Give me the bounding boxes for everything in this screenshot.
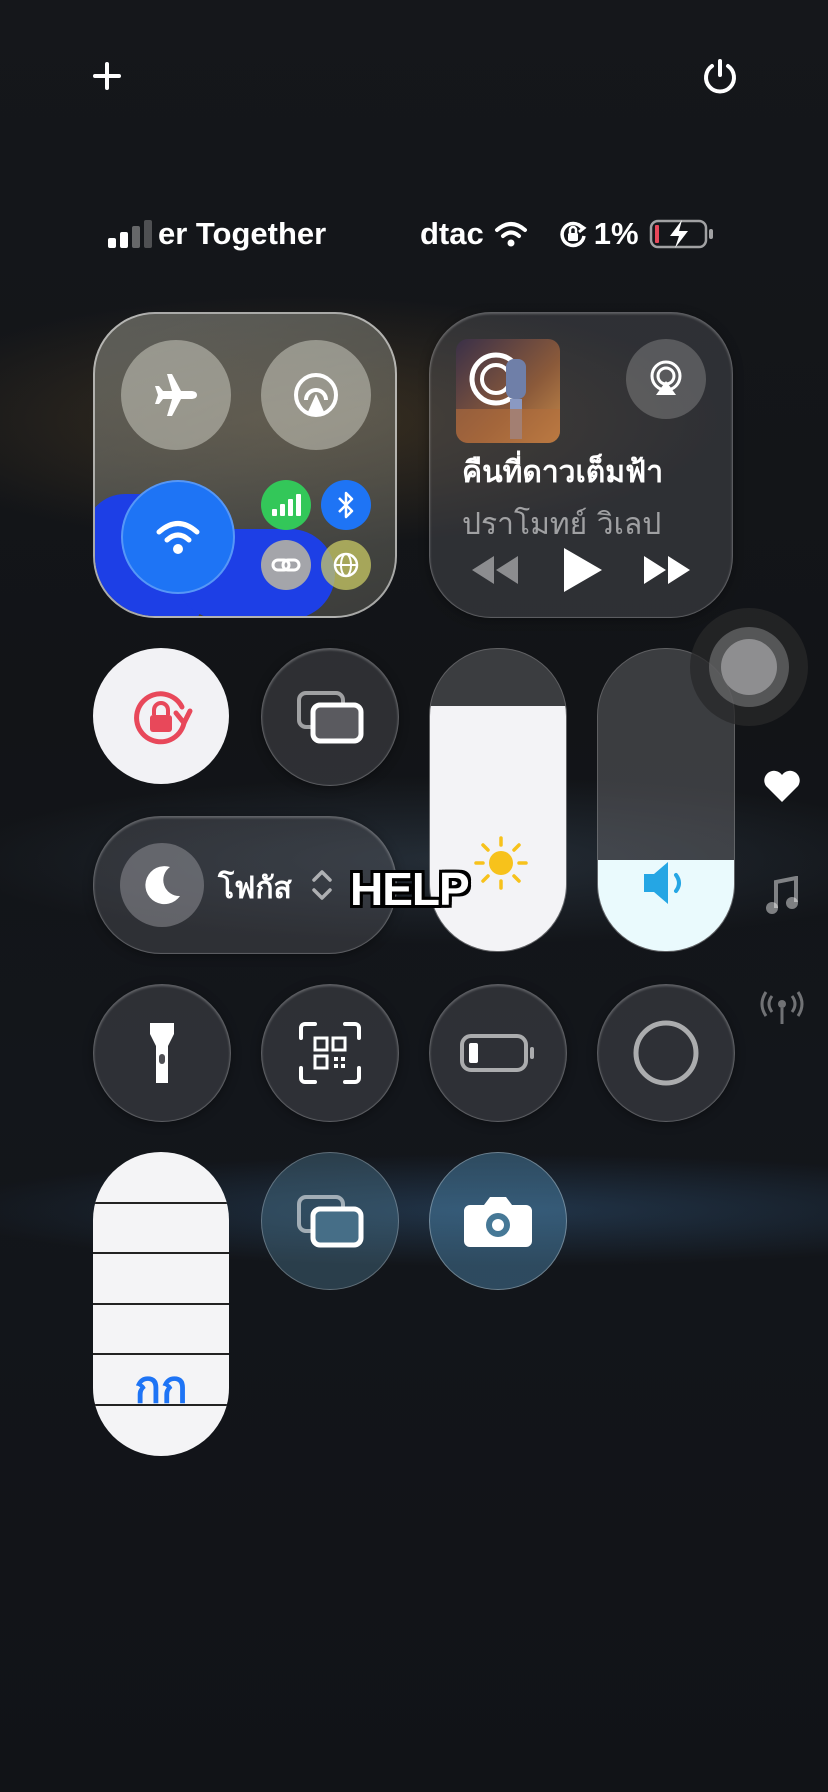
- screen-mirroring-icon: [297, 1195, 364, 1248]
- bluetooth-icon: [338, 491, 354, 519]
- music-note-icon[interactable]: [764, 876, 800, 916]
- focus-label: โฟกัส: [218, 871, 292, 906]
- album-art: [456, 339, 560, 443]
- next-button[interactable]: [642, 553, 692, 592]
- sun-icon: [474, 836, 528, 890]
- previous-icon: [472, 556, 518, 584]
- assistive-touch-ring: [709, 627, 789, 707]
- camera-button[interactable]: [429, 1152, 567, 1290]
- wifi-icon: [494, 222, 527, 247]
- connectivity-card[interactable]: [93, 312, 397, 618]
- airplane-mode-toggle[interactable]: [121, 340, 231, 450]
- signal-bars-icon: [108, 220, 152, 248]
- camera-icon: [464, 1197, 532, 1247]
- divider-line: [93, 1202, 229, 1204]
- help-overlay-text: HELP: [350, 863, 470, 915]
- hotspot-icon: [271, 558, 301, 572]
- airplane-icon: [155, 374, 197, 416]
- speaker-icon: [644, 862, 681, 904]
- status-left: er Together: [106, 212, 326, 256]
- antenna-icon[interactable]: [760, 990, 804, 1026]
- orientation-lock-toggle[interactable]: [93, 648, 229, 784]
- power-button[interactable]: [690, 46, 750, 106]
- carrier-name: er Together: [158, 216, 327, 251]
- record-icon: [633, 1020, 699, 1086]
- track-title: คืนที่ดาวเต็มฟ้า: [462, 455, 664, 490]
- artist-name: ปราโมทย์ วิเลป: [462, 507, 662, 542]
- hotspot-toggle[interactable]: [261, 540, 311, 590]
- album-art-image: [456, 352, 560, 443]
- divider-line: [93, 1252, 229, 1254]
- low-power-mode-button[interactable]: [429, 984, 567, 1122]
- moon-icon: [145, 866, 180, 905]
- airplay-icon: [650, 360, 682, 395]
- qr-scanner-icon: [299, 1022, 361, 1084]
- cellular-icon: [272, 494, 301, 516]
- assistive-touch-button[interactable]: [690, 608, 808, 726]
- orientation-lock-icon: [134, 691, 193, 745]
- screen-mirroring-button[interactable]: [261, 648, 399, 786]
- play-button[interactable]: [560, 545, 604, 600]
- add-button[interactable]: [77, 46, 137, 106]
- assistive-touch-dot: [721, 639, 777, 695]
- cellular-toggle[interactable]: [261, 480, 311, 530]
- previous-button[interactable]: [470, 553, 520, 592]
- play-icon: [564, 548, 602, 592]
- airdrop-toggle[interactable]: [261, 340, 371, 450]
- airplay-button[interactable]: [626, 339, 706, 419]
- airdrop-icon: [294, 373, 338, 417]
- bluetooth-toggle[interactable]: [321, 480, 371, 530]
- heart-icon[interactable]: [762, 768, 802, 804]
- flashlight-icon: [150, 1023, 174, 1083]
- now-playing-card[interactable]: คืนที่ดาวเต็มฟ้า ปราโมทย์ วิเลป: [429, 312, 733, 618]
- code-scanner-button[interactable]: [261, 984, 399, 1122]
- battery-icon: [460, 1034, 534, 1072]
- wifi-icon: [156, 521, 200, 554]
- carrier-right: dtac: [420, 216, 484, 251]
- screen-recording-button[interactable]: [597, 984, 735, 1122]
- battery-icon: [649, 219, 713, 249]
- battery-percent: 1%: [593, 216, 639, 251]
- vpn-toggle[interactable]: [321, 540, 371, 590]
- chevron-updown-icon: [312, 870, 332, 900]
- plus-icon: [93, 62, 121, 90]
- text-size-slider[interactable]: กก: [93, 1152, 229, 1456]
- power-icon: [704, 59, 736, 94]
- orientation-lock-icon: [560, 221, 587, 248]
- text-size-label: กก: [134, 1362, 188, 1413]
- wifi-toggle[interactable]: [121, 480, 235, 594]
- globe-icon: [333, 552, 359, 578]
- flashlight-button[interactable]: [93, 984, 231, 1122]
- screen-mirroring-button-2[interactable]: [261, 1152, 399, 1290]
- next-icon: [644, 556, 690, 584]
- focus-icon-circle: [120, 843, 204, 927]
- screen-mirroring-icon: [297, 691, 364, 744]
- divider-line: [93, 1303, 229, 1305]
- status-right: dtac 1%: [420, 212, 715, 256]
